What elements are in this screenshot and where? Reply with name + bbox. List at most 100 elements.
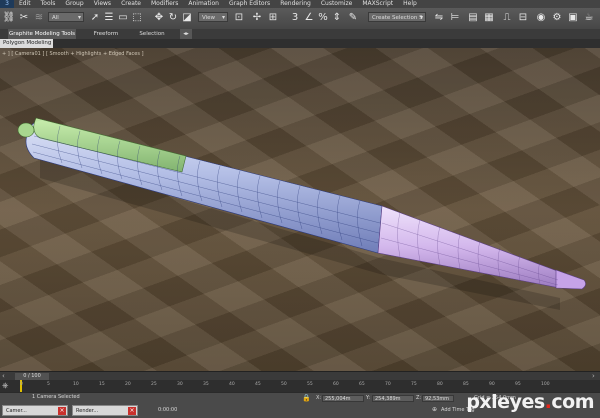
layer-manager-icon[interactable]: ▤ (466, 11, 480, 25)
select-manipulate-icon[interactable]: ✢ (250, 11, 264, 25)
ribbon-panel-bar: Polygon Modeling (0, 39, 600, 48)
tab-freeform[interactable]: Freeform (88, 29, 124, 39)
tick-label: 60 (333, 382, 339, 387)
tick-label: 50 (281, 382, 287, 387)
menu-group[interactable]: Group (60, 0, 88, 8)
selection-region-icon[interactable]: ▭ (116, 11, 130, 25)
taskbar-render-label: Render... (76, 408, 99, 414)
tick-label: 70 (385, 382, 391, 387)
time-slider-thumb[interactable]: 0 / 100 (15, 373, 49, 380)
tick-label: 35 (203, 382, 209, 387)
tick-label: 15 (99, 382, 105, 387)
tick-label: 90 (489, 382, 495, 387)
watermark-text: pxleyes (466, 391, 545, 413)
tick-label: 0 (20, 382, 23, 387)
menu-graph-editors[interactable]: Graph Editors (224, 0, 275, 8)
align-icon[interactable]: ⊨ (448, 11, 462, 25)
tick-label: 100 (541, 382, 550, 387)
menu-create[interactable]: Create (116, 0, 146, 8)
taskbar-camera-label: Camer... (6, 408, 27, 414)
select-object-icon[interactable]: ➚ (88, 11, 102, 25)
polygon-modeling-panel[interactable]: Polygon Modeling (0, 39, 53, 48)
next-frame-icon[interactable]: › (592, 372, 595, 380)
tick-label: 45 (255, 382, 261, 387)
selection-status: 1 Camera Selected (32, 394, 80, 400)
unlink-icon[interactable]: ✂ (17, 11, 31, 25)
link-icon[interactable]: ⛓ (2, 11, 16, 25)
menu-customize[interactable]: Customize (316, 0, 358, 8)
keyboard-shortcut-icon[interactable]: ⊞ (266, 11, 280, 25)
ribbon-tabs: Graphite Modeling Tools Freeform Selecti… (0, 29, 600, 39)
angle-snap-icon[interactable]: ∠ (302, 11, 316, 25)
tick-label: 25 (151, 382, 157, 387)
menu-bar: 3 Edit Tools Group Views Create Modifier… (0, 0, 600, 8)
taskbar-render-window[interactable]: Render... × (72, 405, 138, 416)
x-coordinate-field[interactable]: 255,004m (322, 395, 364, 402)
schematic-view-icon[interactable]: ⊟ (516, 11, 530, 25)
ribbon-expand-icon[interactable]: ◂▸ (180, 29, 192, 39)
tick-label: 80 (437, 382, 443, 387)
spinner-snap-icon[interactable]: ⇕ (330, 11, 344, 25)
material-editor-icon[interactable]: ◉ (534, 11, 548, 25)
tick-label: 40 (229, 382, 235, 387)
render-production-icon[interactable]: ☕ (582, 11, 596, 25)
tick-label: 5 (47, 382, 50, 387)
main-toolbar: ⛓ ✂ ≋ All ➚ ☰ ▭ ⬚ ✥ ↻ ◪ View ⊡ ✢ ⊞ 3 ∠ %… (0, 8, 600, 30)
taskbar-camera-window[interactable]: Camer... × (2, 405, 68, 416)
tab-graphite-modeling-tools[interactable]: Graphite Modeling Tools (8, 29, 76, 39)
window-crossing-icon[interactable]: ⬚ (130, 11, 144, 25)
menu-animation[interactable]: Animation (183, 0, 224, 8)
tick-label: 95 (515, 382, 521, 387)
tick-label: 10 (73, 382, 79, 387)
rendered-frame-window-icon[interactable]: ▣ (566, 11, 580, 25)
menu-maxscript[interactable]: MAXScript (357, 0, 398, 8)
close-icon[interactable]: × (128, 407, 136, 415)
key-filter-icon[interactable]: ⎈ (2, 381, 8, 391)
tick-label: 75 (411, 382, 417, 387)
scale-icon[interactable]: ◪ (180, 11, 194, 25)
move-icon[interactable]: ✥ (152, 11, 166, 25)
tick-label: 65 (359, 382, 365, 387)
menu-rendering[interactable]: Rendering (275, 0, 316, 8)
menu-modifiers[interactable]: Modifiers (146, 0, 183, 8)
time-tag-icon[interactable]: ⊕ (432, 406, 437, 413)
bind-spacewarp-icon[interactable]: ≋ (32, 11, 46, 25)
menu-edit[interactable]: Edit (14, 0, 36, 8)
y-label: Y: (366, 395, 371, 401)
selection-filter-dropdown[interactable]: All (48, 12, 84, 23)
menu-views[interactable]: Views (89, 0, 116, 8)
pivot-center-icon[interactable]: ⊡ (232, 11, 246, 25)
select-by-name-icon[interactable]: ☰ (102, 11, 116, 25)
pen-nib (555, 269, 586, 290)
edit-named-selection-icon[interactable]: ✎ (346, 11, 360, 25)
menu-tools[interactable]: Tools (36, 0, 61, 8)
pen-model (17, 117, 586, 310)
z-label: Z: (416, 395, 422, 401)
graphite-toggle-icon[interactable]: ▦ (482, 11, 496, 25)
pxleyes-watermark: pxleyes.com (466, 391, 594, 413)
tick-label: 20 (125, 382, 131, 387)
y-coordinate-field[interactable]: 254,389m (372, 395, 414, 402)
tab-selection[interactable]: Selection (134, 29, 170, 39)
reference-coordinate-dropdown[interactable]: View (198, 12, 228, 23)
close-icon[interactable]: × (58, 407, 66, 415)
render-setup-icon[interactable]: ⚙ (550, 11, 564, 25)
x-label: X: (316, 395, 322, 401)
tick-label: 30 (177, 382, 183, 387)
time-display: 0:00:00 (158, 407, 178, 413)
mirror-icon[interactable]: ⇋ (432, 11, 446, 25)
tick-label: 55 (307, 382, 313, 387)
rotate-icon[interactable]: ↻ (166, 11, 180, 25)
z-coordinate-field[interactable]: 92,53mm (422, 395, 454, 402)
lock-selection-icon[interactable]: 🔒 (302, 394, 311, 402)
prev-frame-icon[interactable]: ‹ (2, 372, 5, 380)
curve-editor-icon[interactable]: ⎍ (500, 11, 514, 25)
tick-label: 85 (463, 382, 469, 387)
pen-button (17, 122, 35, 138)
app-logo-icon[interactable]: 3 (0, 0, 14, 8)
menu-help[interactable]: Help (398, 0, 422, 8)
named-selection-dropdown[interactable]: Create Selection S (368, 12, 426, 23)
camera-viewport[interactable]: + ] [ Camera01 ] [ Smooth + Highlights +… (0, 48, 600, 371)
snaps-toggle-icon[interactable]: 3 (288, 11, 302, 25)
percent-snap-icon[interactable]: % (316, 11, 330, 25)
